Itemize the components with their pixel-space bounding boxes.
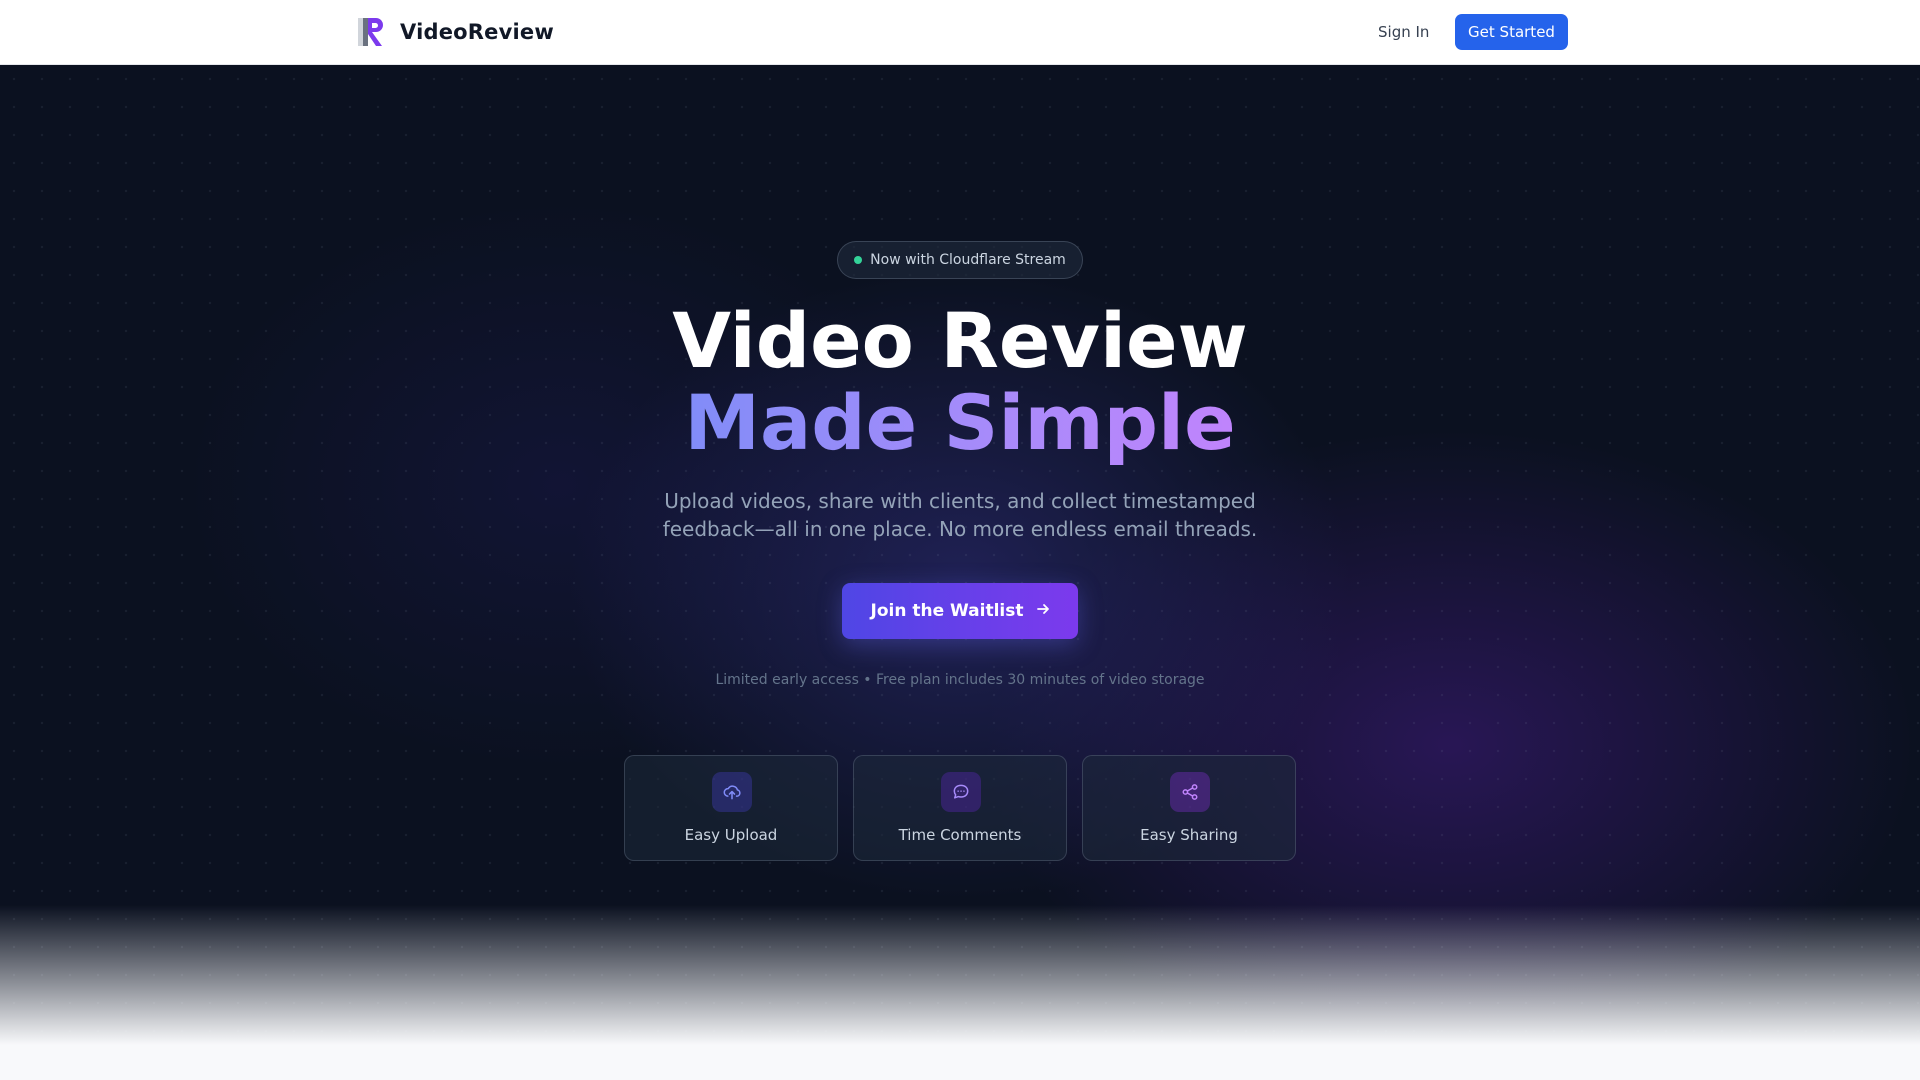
feature-card-label: Time Comments <box>898 826 1022 844</box>
feature-card-label: Easy Sharing <box>1140 826 1238 844</box>
arrow-right-icon <box>1036 602 1050 620</box>
status-dot-icon <box>854 256 863 264</box>
brand-name: VideoReview <box>400 20 554 44</box>
hero-section: Now with Cloudflare Stream Video Review … <box>0 65 1920 1080</box>
announcement-badge-text: Now with Cloudflare Stream <box>870 252 1066 268</box>
feature-card-sharing: Easy Sharing <box>1082 755 1296 861</box>
get-started-button[interactable]: Get Started <box>1455 14 1568 50</box>
hero-title-line2-text: Made Simple <box>684 378 1236 467</box>
sign-in-link[interactable]: Sign In <box>1368 14 1439 50</box>
announcement-badge: Now with Cloudflare Stream <box>837 241 1083 279</box>
share-icon <box>1170 772 1210 812</box>
feature-card-comments: Time Comments <box>853 755 1067 861</box>
hero-subtitle: Upload videos, share with clients, and c… <box>662 489 1258 541</box>
join-waitlist-label: Join the Waitlist <box>870 601 1024 621</box>
cloud-upload-icon <box>712 772 752 812</box>
brand-logo-icon <box>358 16 386 48</box>
early-access-note: Limited early access • Free plan include… <box>715 672 1205 688</box>
join-waitlist-button[interactable]: Join the Waitlist <box>842 583 1078 639</box>
brand-logo-link[interactable]: VideoReview <box>358 16 554 48</box>
bottom-fade-overlay <box>0 905 1920 1080</box>
hero-title-line1: Video Review <box>672 296 1248 385</box>
hero-title-line2: Made Simple <box>0 383 1920 463</box>
feature-card-upload: Easy Upload <box>624 755 838 861</box>
feature-card-label: Easy Upload <box>684 826 778 844</box>
top-navigation-bar: VideoReview Sign In Get Started <box>0 0 1920 65</box>
chat-bubble-icon <box>941 772 981 812</box>
